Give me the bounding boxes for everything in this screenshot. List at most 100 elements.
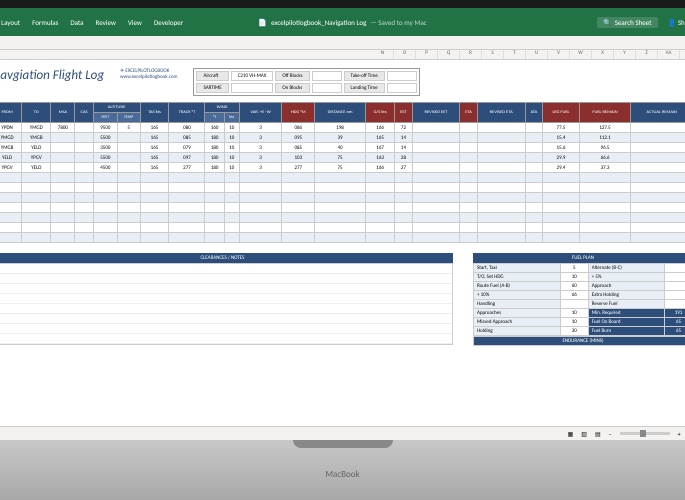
hdr-from: FROM	[0, 103, 22, 123]
fuel-plan: FUEL PLAN Start, Taxi5Alternate (B-C)T/O…	[473, 253, 685, 346]
hdr-alt-temp: TEMP	[117, 113, 140, 123]
hdr-wind-kts: kts	[224, 113, 239, 123]
table-row[interactable]: YPGVYELD4500165277180103277751662729.437…	[0, 163, 685, 173]
hdr-eet: EET	[395, 103, 413, 123]
col-r[interactable]: R	[460, 50, 482, 59]
zoom-in-icon[interactable]: +	[678, 430, 681, 438]
table-row[interactable]: YMGBYELD3500165079180103085401671415.696…	[0, 143, 685, 153]
tab-review[interactable]: Review	[96, 18, 116, 27]
view-break-icon[interactable]: ▤	[595, 430, 601, 438]
col-u[interactable]: U	[526, 50, 548, 59]
fuel-row[interactable]: Route Fuel (A-B)60Approach	[474, 282, 685, 291]
info-offblocks-value[interactable]	[312, 71, 342, 81]
share-button[interactable]: 👤 Share ▾	[668, 18, 685, 27]
fuel-header: FUEL PLAN	[473, 253, 685, 263]
ribbon: Page Layout Formulas Data Review View De…	[0, 8, 685, 36]
table-row[interactable]	[0, 173, 685, 183]
column-headers[interactable]: N O P Q R S T U V W X Y Z AA	[0, 50, 685, 60]
col-q[interactable]: Q	[438, 50, 460, 59]
laptop-notch	[293, 440, 393, 448]
notes-body[interactable]	[0, 263, 453, 345]
col-y[interactable]: Y	[614, 50, 636, 59]
logo: ✈ EXCELPILOTLOGBOOK www.excelpilotlogboo…	[120, 68, 177, 80]
info-takeoff-value[interactable]	[387, 71, 417, 81]
tab-data[interactable]: Data	[70, 18, 83, 27]
flight-info-box: Aircraft C210 VH-MAX Off Blocks Take-off…	[193, 68, 419, 96]
logo-url[interactable]: www.excelpilotlogbook.com	[120, 74, 177, 80]
fuel-row[interactable]: Approaches10Min. Required191	[474, 309, 685, 318]
table-row[interactable]	[0, 183, 685, 193]
fuel-row[interactable]: T/O, Set HDG10+ 5%	[474, 273, 685, 282]
search-box[interactable]: 🔍 Search Sheet	[597, 17, 658, 28]
table-row[interactable]	[0, 193, 685, 203]
formula-bar[interactable]: fx	[0, 36, 685, 50]
fuel-row[interactable]: + 10%66Extra Holding	[474, 291, 685, 300]
table-row[interactable]	[0, 223, 685, 233]
tab-formulas[interactable]: Formulas	[32, 18, 58, 27]
hdr-track: TRACK °T	[169, 103, 205, 123]
fuel-row[interactable]: Holding30Fuel Burn65	[474, 327, 685, 336]
zoom-slider[interactable]	[620, 432, 670, 435]
page-title: Navgiation Flight Log	[0, 68, 104, 83]
fuel-row[interactable]: HandlingReserve Fuel	[474, 300, 685, 309]
table-row[interactable]	[0, 233, 685, 243]
fuel-row[interactable]: Start, Taxi5Alternate (B-C)	[474, 264, 685, 273]
table-row[interactable]: YMGDYMGB5500165085180103095391651415.411…	[0, 133, 685, 143]
info-sartime-value[interactable]	[231, 83, 274, 93]
hdr-var: VAR. +E -W	[239, 103, 282, 123]
col-w[interactable]: W	[570, 50, 592, 59]
tab-pagelayout[interactable]: Page Layout	[0, 18, 20, 27]
hdr-ata: ATA	[525, 103, 543, 123]
notes-header: CLEARANCES / NOTES	[0, 253, 453, 263]
hdr-dist: DISTANCE nm	[315, 103, 366, 123]
tab-developer[interactable]: Developer	[154, 18, 183, 27]
col-aa[interactable]: AA	[658, 50, 680, 59]
col-s[interactable]: S	[482, 50, 504, 59]
hdr-gs: G/S kts	[366, 103, 395, 123]
info-sartime-label: SARTIME	[196, 83, 228, 93]
hdr-actualremain: ACTUAL REMAIN	[631, 103, 685, 123]
hdr-to: TO	[22, 103, 51, 123]
info-onblocks-label: On Blocks	[275, 83, 309, 93]
ribbon-tabs: Page Layout Formulas Data Review View De…	[0, 18, 183, 27]
navigation-log-table[interactable]: FROM TO MSA CAS ALTITUDE TAS kts TRACK °…	[0, 102, 685, 243]
laptop-brand: MacBook	[325, 469, 359, 480]
col-v[interactable]: V	[548, 50, 570, 59]
fuel-table[interactable]: Start, Taxi5Alternate (B-C)T/O, Set HDG1…	[473, 263, 685, 336]
search-icon: 🔍	[603, 18, 612, 27]
document-title: 📄 excelpilotlogbook_Navigation Log — Sav…	[258, 18, 426, 27]
table-row[interactable]: YPDNYMGD78009500516508016010308619816672…	[0, 123, 685, 133]
worksheet[interactable]: Navgiation Flight Log ✈ EXCELPILOTLOGBOO…	[0, 60, 685, 440]
hdr-fuelremain: FUEL REMAIN	[579, 103, 631, 123]
hdr-alt-feet: FEET	[93, 113, 117, 123]
view-normal-icon[interactable]: ▦	[568, 430, 574, 438]
hdr-msa: MSA	[51, 103, 75, 123]
zoom-out-icon[interactable]: −	[609, 430, 612, 438]
col-x[interactable]: X	[592, 50, 614, 59]
view-layout-icon[interactable]: ▥	[581, 430, 587, 438]
info-aircraft-value[interactable]: C210 VH-MAX	[231, 71, 274, 81]
share-icon: 👤	[668, 18, 677, 27]
laptop-base: MacBook	[0, 440, 685, 500]
col-n[interactable]: N	[372, 50, 394, 59]
col-o[interactable]: O	[394, 50, 416, 59]
tab-view[interactable]: View	[128, 18, 142, 27]
hdr-cas: CAS	[75, 103, 93, 123]
fuel-row[interactable]: Missed Approach10Fuel On Board65	[474, 318, 685, 327]
hdr-revised-eet: REVISED EET	[412, 103, 460, 123]
info-takeoff-label: Take-off Time	[344, 71, 385, 81]
table-row[interactable]	[0, 213, 685, 223]
filename: excelpilotlogbook_Navigation Log	[271, 18, 366, 27]
info-onblocks-value[interactable]	[312, 83, 342, 93]
hdr-hdg: HDG °M	[282, 103, 315, 123]
excel-icon: 📄	[258, 18, 267, 27]
col-p[interactable]: P	[416, 50, 438, 59]
info-landing-value[interactable]	[387, 83, 417, 93]
table-row[interactable]: YELDYPGV5500165097180103103751632829.966…	[0, 153, 685, 163]
col-z[interactable]: Z	[636, 50, 658, 59]
hdr-legfuel: LEG FUEL	[543, 103, 579, 123]
hdr-altitude: ALTITUDE	[93, 103, 140, 113]
table-row[interactable]	[0, 203, 685, 213]
search-placeholder: Search Sheet	[615, 18, 652, 27]
col-t[interactable]: T	[504, 50, 526, 59]
